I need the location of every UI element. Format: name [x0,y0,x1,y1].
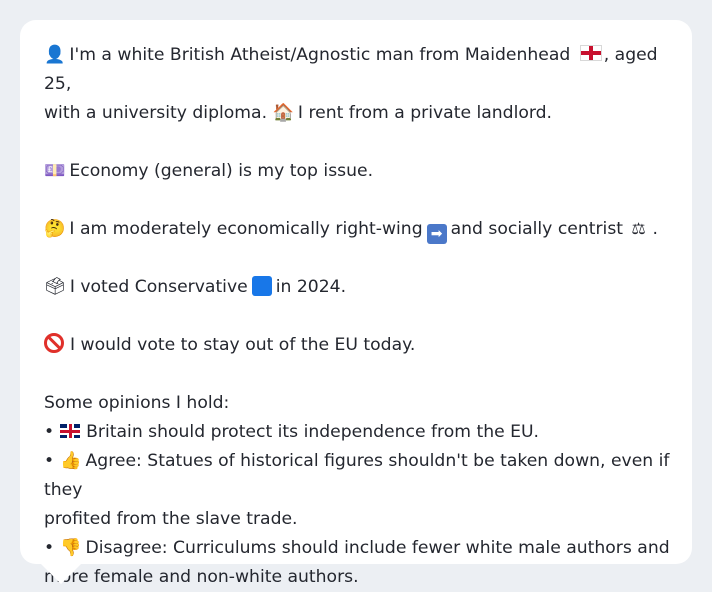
list-item: • Britain should protect its independence… [44,418,670,447]
intro-text: I'm a white British Atheist/Agnostic man… [69,45,571,65]
issue-text: Economy (general) is my top issue. [69,161,374,181]
opinion-text: Disagree: Curriculums should include few… [85,538,670,558]
vote-text: I voted Conservative [69,277,248,297]
person-icon: 👤 [44,45,66,65]
uk-flag-icon [60,424,81,438]
right-arrow-icon: ➡ [426,224,447,244]
ballot-box-icon: 🗳 [44,277,66,297]
thumbs-up-icon: 👍 [60,451,82,471]
vote-paragraph: 🗳 I voted Conservative in 2024. [44,273,670,302]
eu-paragraph: I would vote to stay out of the EU today… [44,331,670,360]
message-bubble: 👤 I'm a white British Atheist/Agnostic ma… [20,20,692,587]
opinions-heading: Some opinions I hold: [44,393,230,413]
house-icon: 🏠 [272,103,294,123]
thinking-face-icon: 🤔 [44,219,66,239]
issue-paragraph: 💷 Economy (general) is my top issue. [44,157,670,186]
opinion-continuation: profited from the slave trade. [44,509,298,529]
ideology-paragraph: 🤔 I am moderately economically right-wing… [44,215,670,244]
bubble-tail [40,563,82,584]
money-icon: 💷 [44,161,66,181]
thumbs-down-icon: 👎 [60,538,82,558]
blue-square-icon [251,276,272,296]
intro-paragraph: 👤 I'm a white British Atheist/Agnostic ma… [44,41,670,128]
housing-text: I rent from a private landlord. [297,103,553,123]
england-flag-icon [579,45,602,61]
ideology-text: I am moderately economically right-wing [69,219,423,239]
vote-year: in 2024. [275,277,347,297]
prohibited-icon [44,333,64,353]
ideology-end: . [652,219,658,239]
bullet: • [44,422,55,442]
opinions-section: Some opinions I hold: • Britain should pr… [44,389,670,592]
scales-icon: ⚖ [631,219,646,238]
bullet: • [44,451,55,471]
list-item: • 👍 Agree: Statues of historical figures s… [44,447,670,505]
list-item: • 👎 Disagree: Curriculums should include f… [44,534,670,563]
opinion-continuation: more female and non-white authors. [44,567,359,587]
intro-line-1: 👤 I'm a white British Atheist/Agnostic ma… [44,41,670,99]
opinion-text: Agree: Statues of historical figures sho… [44,451,670,500]
opinion-text: Britain should protect its independence … [86,422,540,442]
education-text: with a university diploma. [44,103,268,123]
bullet: • [44,538,55,558]
intro-line-2: with a university diploma. 🏠 I rent from … [44,99,670,128]
social-text: and socially centrist [450,219,624,239]
eu-text: I would vote to stay out of the EU today… [70,335,416,355]
